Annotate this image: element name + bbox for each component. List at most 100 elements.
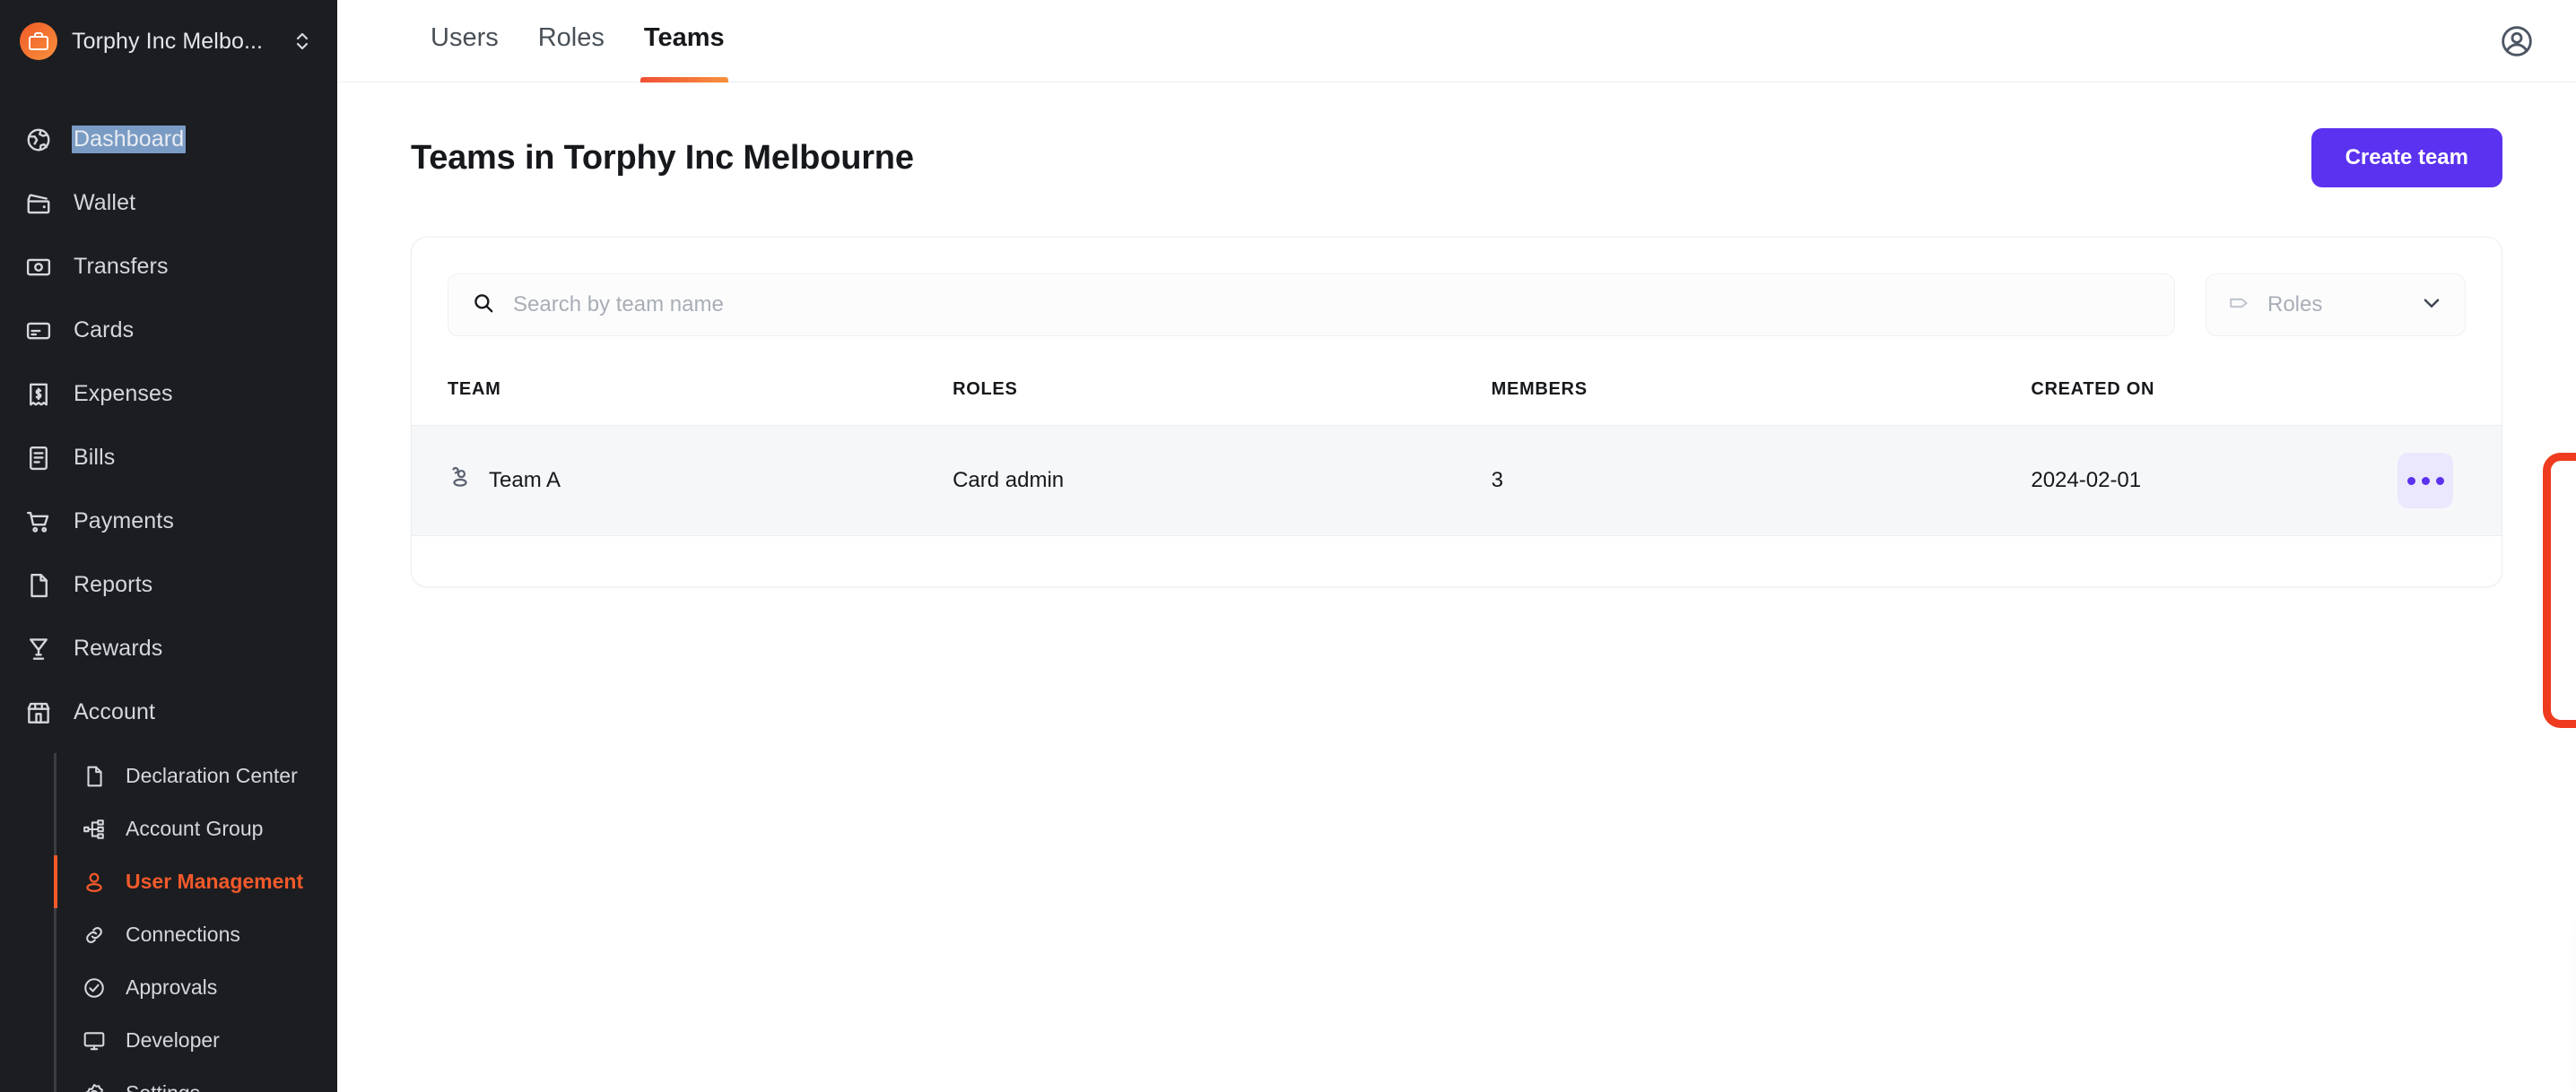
create-team-button[interactable]: Create team bbox=[2311, 128, 2502, 187]
tab-list: Users Roles Teams bbox=[411, 0, 744, 82]
sidebar-item-label: Wallet bbox=[74, 190, 135, 216]
user-circle-icon[interactable] bbox=[2493, 18, 2540, 65]
link-icon bbox=[81, 922, 108, 949]
annotation-highlight-box bbox=[2543, 453, 2576, 728]
check-circle-icon bbox=[81, 975, 108, 1001]
sidebar-item-settings[interactable]: Settings bbox=[0, 1067, 337, 1092]
column-header-members: MEMBERS bbox=[1492, 370, 2032, 426]
sidebar-subitem-label: Declaration Center bbox=[126, 764, 298, 788]
sidebar-item-user-management[interactable]: User Management bbox=[0, 855, 337, 908]
file-icon bbox=[23, 570, 54, 601]
column-header-team: TEAM bbox=[412, 370, 953, 426]
sidebar-subitem-label: Approvals bbox=[126, 975, 217, 1000]
trophy-icon bbox=[23, 634, 54, 664]
kebab-dot bbox=[2436, 477, 2444, 485]
sidebar-subitem-label: Connections bbox=[126, 923, 240, 947]
sidebar-item-connections[interactable]: Connections bbox=[0, 908, 337, 961]
transfers-icon bbox=[23, 252, 54, 282]
card-footer bbox=[412, 536, 2502, 586]
sidebar-item-developer[interactable]: Developer bbox=[0, 1014, 337, 1067]
gear-icon bbox=[81, 1080, 108, 1092]
sidebar-item-label: Transfers bbox=[74, 254, 169, 280]
cell-created-on: 2024-02-01 bbox=[2031, 426, 2398, 536]
sidebar-item-expenses[interactable]: Expenses bbox=[0, 362, 337, 426]
sidebar-item-cards[interactable]: Cards bbox=[0, 299, 337, 362]
sidebar-item-dashboard[interactable]: Dashboard bbox=[0, 108, 337, 171]
sidebar-subitem-label: User Management bbox=[126, 870, 303, 894]
column-header-roles: ROLES bbox=[953, 370, 1492, 426]
sidebar: Torphy Inc Melbo... Dashboa bbox=[0, 0, 337, 1092]
kebab-dot bbox=[2422, 477, 2430, 485]
sidebar-item-account[interactable]: Account bbox=[0, 680, 337, 744]
sidebar-item-rewards[interactable]: Rewards bbox=[0, 617, 337, 680]
teams-table-head: TEAM ROLES MEMBERS CREATED ON bbox=[412, 370, 2502, 426]
sidebar-item-bills[interactable]: Bills bbox=[0, 426, 337, 490]
cell-team: Team A bbox=[412, 426, 953, 536]
table-row[interactable]: Team A Card admin 3 2024-02-01 bbox=[412, 426, 2502, 536]
sidebar-nav: Dashboard Wallet bbox=[0, 82, 337, 1092]
sidebar-item-payments[interactable]: Payments bbox=[0, 490, 337, 553]
teams-table: TEAM ROLES MEMBERS CREATED ON bbox=[412, 370, 2502, 536]
tab-roles[interactable]: Roles bbox=[518, 0, 624, 82]
sidebar-item-label: Cards bbox=[74, 317, 134, 343]
cell-actions bbox=[2398, 426, 2502, 536]
kebab-menu-icon[interactable] bbox=[2398, 453, 2453, 508]
top-navigation-bar: Users Roles Teams bbox=[337, 0, 2576, 82]
sidebar-item-label: Expenses bbox=[74, 381, 173, 407]
shopping-cart-icon bbox=[23, 507, 54, 537]
search-box[interactable] bbox=[448, 273, 2175, 336]
team-name: Team A bbox=[489, 468, 561, 493]
sidebar-subitem-label: Developer bbox=[126, 1028, 220, 1053]
hierarchy-icon bbox=[81, 816, 108, 843]
org-switcher[interactable]: Torphy Inc Melbo... bbox=[0, 0, 337, 82]
column-header-actions bbox=[2398, 370, 2502, 426]
sidebar-item-approvals[interactable]: Approvals bbox=[0, 961, 337, 1014]
chevron-up-down-icon[interactable] bbox=[292, 30, 312, 53]
wallet-icon bbox=[23, 188, 54, 219]
cell-members: 3 bbox=[1492, 426, 2032, 536]
sidebar-subitem-label: Settings bbox=[126, 1081, 200, 1092]
tag-icon bbox=[2228, 291, 2251, 319]
sidebar-item-reports[interactable]: Reports bbox=[0, 553, 337, 617]
sidebar-item-label: Rewards bbox=[74, 636, 162, 662]
column-header-created-on: CREATED ON bbox=[2031, 370, 2398, 426]
chevron-down-icon bbox=[2420, 291, 2443, 319]
sidebar-item-account-group[interactable]: Account Group bbox=[0, 802, 337, 855]
user-icon bbox=[81, 869, 108, 896]
tab-users[interactable]: Users bbox=[411, 0, 518, 82]
account-subnav: Declaration Center Account Group bbox=[0, 750, 337, 1092]
kebab-dot bbox=[2407, 477, 2415, 485]
page-title: Teams in Torphy Inc Melbourne bbox=[411, 139, 914, 178]
main-content: Users Roles Teams Teams in Torphy Inc Me… bbox=[337, 0, 2576, 1092]
team-users-icon bbox=[448, 465, 473, 497]
teams-card: Roles TEAM ROLES MEMBERS CREATED ON bbox=[411, 237, 2502, 587]
sidebar-item-declaration-center[interactable]: Declaration Center bbox=[0, 750, 337, 802]
roles-filter-dropdown[interactable]: Roles bbox=[2206, 273, 2466, 336]
sidebar-item-label: Dashboard bbox=[72, 126, 186, 153]
filters-row: Roles bbox=[412, 238, 2502, 370]
roles-filter-label: Roles bbox=[2267, 292, 2404, 317]
search-input[interactable] bbox=[513, 292, 2151, 317]
receipt-dollar-icon bbox=[23, 379, 54, 410]
sidebar-subitem-label: Account Group bbox=[126, 817, 263, 841]
file-icon bbox=[81, 763, 108, 790]
briefcase-icon bbox=[20, 22, 57, 60]
dashboard-globe-icon bbox=[23, 125, 54, 155]
page-header: Teams in Torphy Inc Melbourne Create tea… bbox=[337, 124, 2576, 192]
sidebar-item-label: Account bbox=[74, 699, 155, 725]
sidebar-item-label: Payments bbox=[74, 508, 174, 534]
document-lines-icon bbox=[23, 443, 54, 473]
org-name: Torphy Inc Melbo... bbox=[72, 29, 278, 55]
sidebar-item-label: Reports bbox=[74, 572, 152, 598]
cell-roles: Card admin bbox=[953, 426, 1492, 536]
sidebar-item-wallet[interactable]: Wallet bbox=[0, 171, 337, 235]
bank-store-icon bbox=[23, 698, 54, 728]
monitor-icon bbox=[81, 1027, 108, 1054]
sidebar-item-label: Bills bbox=[74, 445, 115, 471]
sidebar-item-transfers[interactable]: Transfers bbox=[0, 235, 337, 299]
tab-teams[interactable]: Teams bbox=[624, 0, 744, 82]
teams-table-body: Team A Card admin 3 2024-02-01 bbox=[412, 426, 2502, 536]
app-root: Torphy Inc Melbo... Dashboa bbox=[0, 0, 2576, 1092]
table-header-row: TEAM ROLES MEMBERS CREATED ON bbox=[412, 370, 2502, 426]
card-icon bbox=[23, 316, 54, 346]
